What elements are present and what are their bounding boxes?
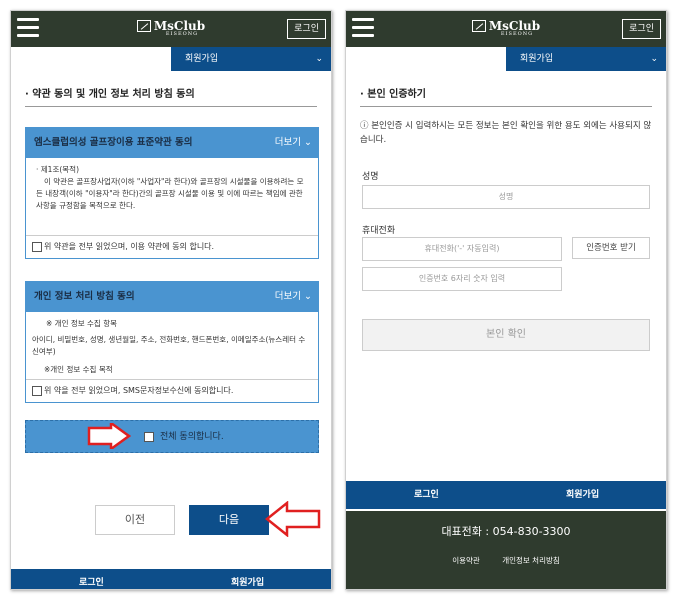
code-input[interactable]: 인증번호 6자리 숫자 입력 [362, 267, 562, 291]
footer-join-link[interactable]: 회원가입 [566, 481, 599, 509]
page-dropdown-label: 회원가입 [520, 54, 554, 64]
terms-header: 개인 정보 처리 방침 동의 더보기 ⌄ [26, 282, 318, 312]
more-link[interactable]: 더보기 ⌄ [275, 128, 312, 158]
site-footer: 대표전화 : 054-830-3300 이용약관 개인정보 처리방침 [346, 511, 666, 589]
agree-privacy-checkbox[interactable] [32, 386, 42, 396]
login-button[interactable]: 로그인 [622, 19, 661, 39]
section-title: · 약관 동의 및 개인 정보 처리 방침 동의 [25, 85, 317, 107]
footer-nav: 로그인 회원가입 [346, 481, 666, 509]
section-title: · 본인 인증하기 [360, 85, 652, 107]
phone-input[interactable]: 휴대전화('-' 자동입력) [362, 237, 562, 261]
terms-paragraph: 이 약관은 골프장사업자(이하 "사업자"라 한다)와 골프장의 시설물을 이용… [36, 177, 304, 210]
red-arrow-icon [87, 423, 131, 449]
login-button[interactable]: 로그인 [287, 19, 326, 39]
chevron-down-icon: ⌄ [315, 54, 323, 64]
footer-login-link[interactable]: 로그인 [79, 569, 104, 589]
agree-all-label: 전체 동의합니다. [160, 432, 224, 442]
next-button[interactable]: 다음 [189, 505, 269, 535]
representative-phone: 대표전화 : 054-830-3300 [441, 525, 571, 538]
agree-terms-checkbox[interactable] [32, 242, 42, 252]
terms-box-privacy: 개인 정보 처리 방침 동의 더보기 ⌄ ※ 개인 정보 수집 항목 아이디, … [25, 281, 319, 403]
page-dropdown[interactable]: 회원가입 ⌄ [171, 47, 331, 71]
footer-links: 이용약관 개인정보 처리방침 [346, 555, 666, 566]
logo-mark-icon [471, 20, 486, 32]
agree-row-privacy[interactable]: 위 약을 전부 읽었으며, SMS문자정보수신에 동의합니다. [26, 380, 318, 402]
page-dropdown-label: 회원가입 [185, 54, 219, 64]
terms-header: 엠스클럽의성 골프장이용 표준약관 동의 더보기 ⌄ [26, 128, 318, 158]
privacy-items: 아이디, 비밀번호, 성명, 생년월일, 주소, 전화번호, 핸드폰번호, 이메… [32, 335, 306, 356]
terms-title: 엠스클럽의성 골프장이용 표준약관 동의 [34, 137, 193, 148]
terms-title: 개인 정보 처리 방침 동의 [34, 291, 135, 302]
privacy-notice: ⓘ 본인인증 시 입력하시는 모든 정보는 본인 확인을 위한 용도 외에는 사… [360, 121, 652, 145]
privacy-link[interactable]: 개인정보 처리방침 [502, 556, 560, 565]
logo-mark-icon [136, 20, 151, 32]
site-logo[interactable]: MsClub EISEONG [346, 19, 666, 37]
subnav: 회원가입 ⌄ [346, 47, 666, 71]
terms-text[interactable]: · 제1조(목적) 이 약관은 골프장사업자(이하 "사업자"라 한다)와 골프… [26, 158, 318, 236]
subnav: 회원가입 ⌄ [11, 47, 331, 71]
footer-login-link[interactable]: 로그인 [414, 481, 439, 509]
agree-row-terms[interactable]: 위 약관을 전부 읽었으며, 이용 약관에 동의 합니다. [26, 236, 318, 258]
agree-terms-label: 위 약관을 전부 읽었으며, 이용 약관에 동의 합니다. [44, 242, 215, 251]
privacy-purpose-header: ※개인 정보 수집 목적 [44, 365, 113, 374]
request-code-button[interactable]: 인증번호 받기 [572, 237, 650, 259]
privacy-text[interactable]: ※ 개인 정보 수집 항목 아이디, 비밀번호, 성명, 생년월일, 주소, 전… [26, 312, 318, 380]
agree-all-checkbox[interactable] [144, 432, 154, 442]
prev-button[interactable]: 이전 [95, 505, 175, 535]
terms-box-golf: 엠스클럽의성 골프장이용 표준약관 동의 더보기 ⌄ · 제1조(목적) 이 약… [25, 127, 319, 259]
top-header: MsClub EISEONG 로그인 [346, 11, 666, 47]
page-dropdown[interactable]: 회원가입 ⌄ [506, 47, 666, 71]
footer-join-link[interactable]: 회원가입 [231, 569, 264, 589]
agree-all-row[interactable]: 전체 동의합니다. [25, 420, 319, 453]
agree-privacy-label: 위 약을 전부 읽었으며, SMS문자정보수신에 동의합니다. [44, 386, 234, 395]
chevron-down-icon: ⌄ [650, 54, 658, 64]
red-arrow-icon [265, 501, 321, 537]
phone-label: 휴대전화 [362, 226, 396, 236]
site-logo[interactable]: MsClub EISEONG [11, 19, 331, 37]
terms-link[interactable]: 이용약관 [452, 556, 480, 565]
terms-article: · 제1조(목적) [36, 165, 79, 174]
footer-nav: 로그인 회원가입 [11, 569, 331, 589]
left-screenshot-panel: MsClub EISEONG 로그인 회원가입 ⌄ · 약관 동의 및 개인 정… [10, 10, 332, 590]
top-header: MsClub EISEONG 로그인 [11, 11, 331, 47]
privacy-items-header: ※ 개인 정보 수집 항목 [46, 319, 118, 328]
right-screenshot-panel: MsClub EISEONG 로그인 회원가입 ⌄ · 본인 인증하기 ⓘ 본인… [345, 10, 667, 590]
more-link[interactable]: 더보기 ⌄ [275, 282, 312, 312]
name-label: 성명 [362, 172, 379, 182]
name-input[interactable]: 성명 [362, 185, 650, 209]
verify-button[interactable]: 본인 확인 [362, 319, 650, 351]
